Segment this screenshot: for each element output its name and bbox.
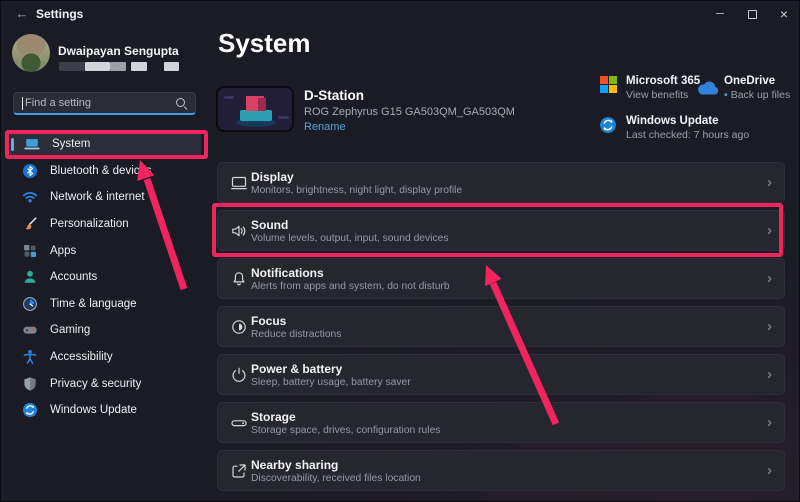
chevron-right-icon: › bbox=[767, 414, 772, 432]
bluetooth-icon bbox=[22, 163, 38, 179]
chevron-right-icon: › bbox=[767, 222, 772, 240]
status-dot: • bbox=[724, 89, 728, 101]
microsoft-365-subtitle: View benefits bbox=[626, 89, 700, 101]
device-name: D-Station bbox=[304, 88, 364, 103]
sidebar-item-label: Time & language bbox=[50, 298, 137, 310]
close-button[interactable]: × bbox=[768, 0, 800, 28]
sidebar-item-label: Accessibility bbox=[50, 351, 113, 363]
redacted-account-info bbox=[59, 62, 179, 71]
chevron-right-icon: › bbox=[767, 270, 772, 288]
sidebar-item-label: System bbox=[52, 138, 90, 150]
onedrive-icon bbox=[696, 80, 720, 100]
sidebar-item-gaming[interactable]: Gaming bbox=[8, 317, 202, 344]
rename-link[interactable]: Rename bbox=[304, 121, 346, 133]
sidebar-item-network-internet[interactable]: Network & internet bbox=[8, 184, 202, 211]
settings-row-nearby-sharing[interactable]: Nearby sharing Discoverability, received… bbox=[217, 450, 785, 491]
focus-icon bbox=[230, 318, 248, 336]
profile-name: Dwaipayan Sengupta bbox=[58, 44, 179, 58]
onedrive-title: OneDrive bbox=[724, 75, 790, 87]
system-icon bbox=[24, 136, 40, 152]
sidebar-item-label: Network & internet bbox=[50, 191, 145, 203]
back-icon: ← bbox=[16, 6, 29, 21]
device-model: ROG Zephyrus G15 GA503QM_GA503QM bbox=[304, 106, 515, 118]
settings-row-sound[interactable]: Sound Volume levels, output, input, soun… bbox=[217, 210, 785, 251]
gamepad-icon bbox=[22, 322, 38, 338]
nearby-sharing-icon bbox=[230, 462, 248, 480]
sidebar-item-accessibility[interactable]: Accessibility bbox=[8, 344, 202, 371]
chevron-right-icon: › bbox=[767, 366, 772, 384]
display-icon bbox=[230, 174, 248, 192]
windows-update-card[interactable]: Windows Update Last checked: 7 hours ago bbox=[626, 115, 749, 141]
sidebar-item-label: Bluetooth & devices bbox=[50, 165, 152, 177]
onedrive-card[interactable]: OneDrive •Back up files bbox=[724, 75, 790, 101]
sidebar: Dwaipayan Sengupta Find a setting System… bbox=[0, 28, 210, 502]
sidebar-item-label: Windows Update bbox=[50, 404, 137, 416]
windows-update-status-icon bbox=[599, 116, 617, 134]
chevron-right-icon: › bbox=[767, 318, 772, 336]
windows-update-title: Windows Update bbox=[626, 115, 749, 127]
close-icon: × bbox=[780, 6, 788, 22]
sidebar-nav: System Bluetooth & devices Network & int… bbox=[0, 131, 210, 424]
sound-icon bbox=[230, 222, 248, 240]
microsoft-365-title: Microsoft 365 bbox=[626, 75, 700, 87]
titlebar: ← Settings ─ × bbox=[0, 0, 800, 28]
power-icon bbox=[230, 366, 248, 384]
search-icon bbox=[175, 97, 187, 109]
chevron-right-icon: › bbox=[767, 462, 772, 480]
chevron-right-icon: › bbox=[767, 174, 772, 192]
avatar[interactable] bbox=[12, 34, 50, 72]
text-caret bbox=[22, 97, 23, 110]
microsoft-365-logo bbox=[600, 76, 617, 98]
sidebar-item-privacy-security[interactable]: Privacy & security bbox=[8, 370, 202, 397]
apps-icon bbox=[22, 243, 38, 259]
minimize-icon: ─ bbox=[716, 8, 724, 20]
sidebar-item-time-language[interactable]: Time & language bbox=[8, 291, 202, 318]
storage-icon bbox=[230, 414, 248, 432]
search-input[interactable]: Find a setting bbox=[13, 92, 196, 115]
sidebar-item-bluetooth-devices[interactable]: Bluetooth & devices bbox=[8, 158, 202, 185]
wifi-icon bbox=[22, 189, 38, 205]
windows-update-subtitle: Last checked: 7 hours ago bbox=[626, 129, 749, 141]
paintbrush-icon bbox=[22, 216, 38, 232]
maximize-icon bbox=[748, 10, 757, 19]
notifications-icon bbox=[230, 270, 248, 288]
page-title: System bbox=[218, 28, 311, 59]
sidebar-item-accounts[interactable]: Accounts bbox=[8, 264, 202, 291]
sidebar-item-label: Privacy & security bbox=[50, 378, 141, 390]
clock-icon bbox=[22, 296, 38, 312]
windows-update-icon bbox=[22, 402, 38, 418]
minimize-button[interactable]: ─ bbox=[704, 0, 736, 28]
app-title: Settings bbox=[36, 7, 83, 21]
settings-row-storage[interactable]: Storage Storage space, drives, configura… bbox=[217, 402, 785, 443]
sidebar-item-personalization[interactable]: Personalization bbox=[8, 211, 202, 238]
settings-window: ← Settings ─ × Dwaipayan Sengupta Find a… bbox=[0, 0, 800, 502]
sidebar-item-windows-update[interactable]: Windows Update bbox=[8, 397, 202, 424]
settings-row-power-battery[interactable]: Power & battery Sleep, battery usage, ba… bbox=[217, 354, 785, 395]
onedrive-subtitle: •Back up files bbox=[724, 89, 790, 101]
person-icon bbox=[22, 269, 38, 285]
sidebar-item-apps[interactable]: Apps bbox=[8, 237, 202, 264]
back-button[interactable]: ← bbox=[12, 5, 32, 23]
maximize-button[interactable] bbox=[736, 0, 768, 28]
search-placeholder: Find a setting bbox=[25, 97, 175, 109]
sidebar-item-label: Personalization bbox=[50, 218, 129, 230]
main-content: System D-Station ROG Zephyrus G15 GA503Q… bbox=[210, 28, 800, 502]
settings-row-notifications[interactable]: Notifications Alerts from apps and syste… bbox=[217, 258, 785, 299]
accessibility-icon bbox=[22, 349, 38, 365]
microsoft-365-card[interactable]: Microsoft 365 View benefits bbox=[626, 75, 700, 101]
device-thumbnail bbox=[216, 86, 294, 132]
shield-icon bbox=[22, 376, 38, 392]
sidebar-item-system[interactable]: System bbox=[10, 131, 201, 158]
settings-row-focus[interactable]: Focus Reduce distractions › bbox=[217, 306, 785, 347]
sidebar-item-label: Accounts bbox=[50, 271, 97, 283]
sidebar-item-label: Gaming bbox=[50, 324, 90, 336]
sidebar-item-label: Apps bbox=[50, 245, 76, 257]
settings-row-display[interactable]: Display Monitors, brightness, night ligh… bbox=[217, 162, 785, 203]
